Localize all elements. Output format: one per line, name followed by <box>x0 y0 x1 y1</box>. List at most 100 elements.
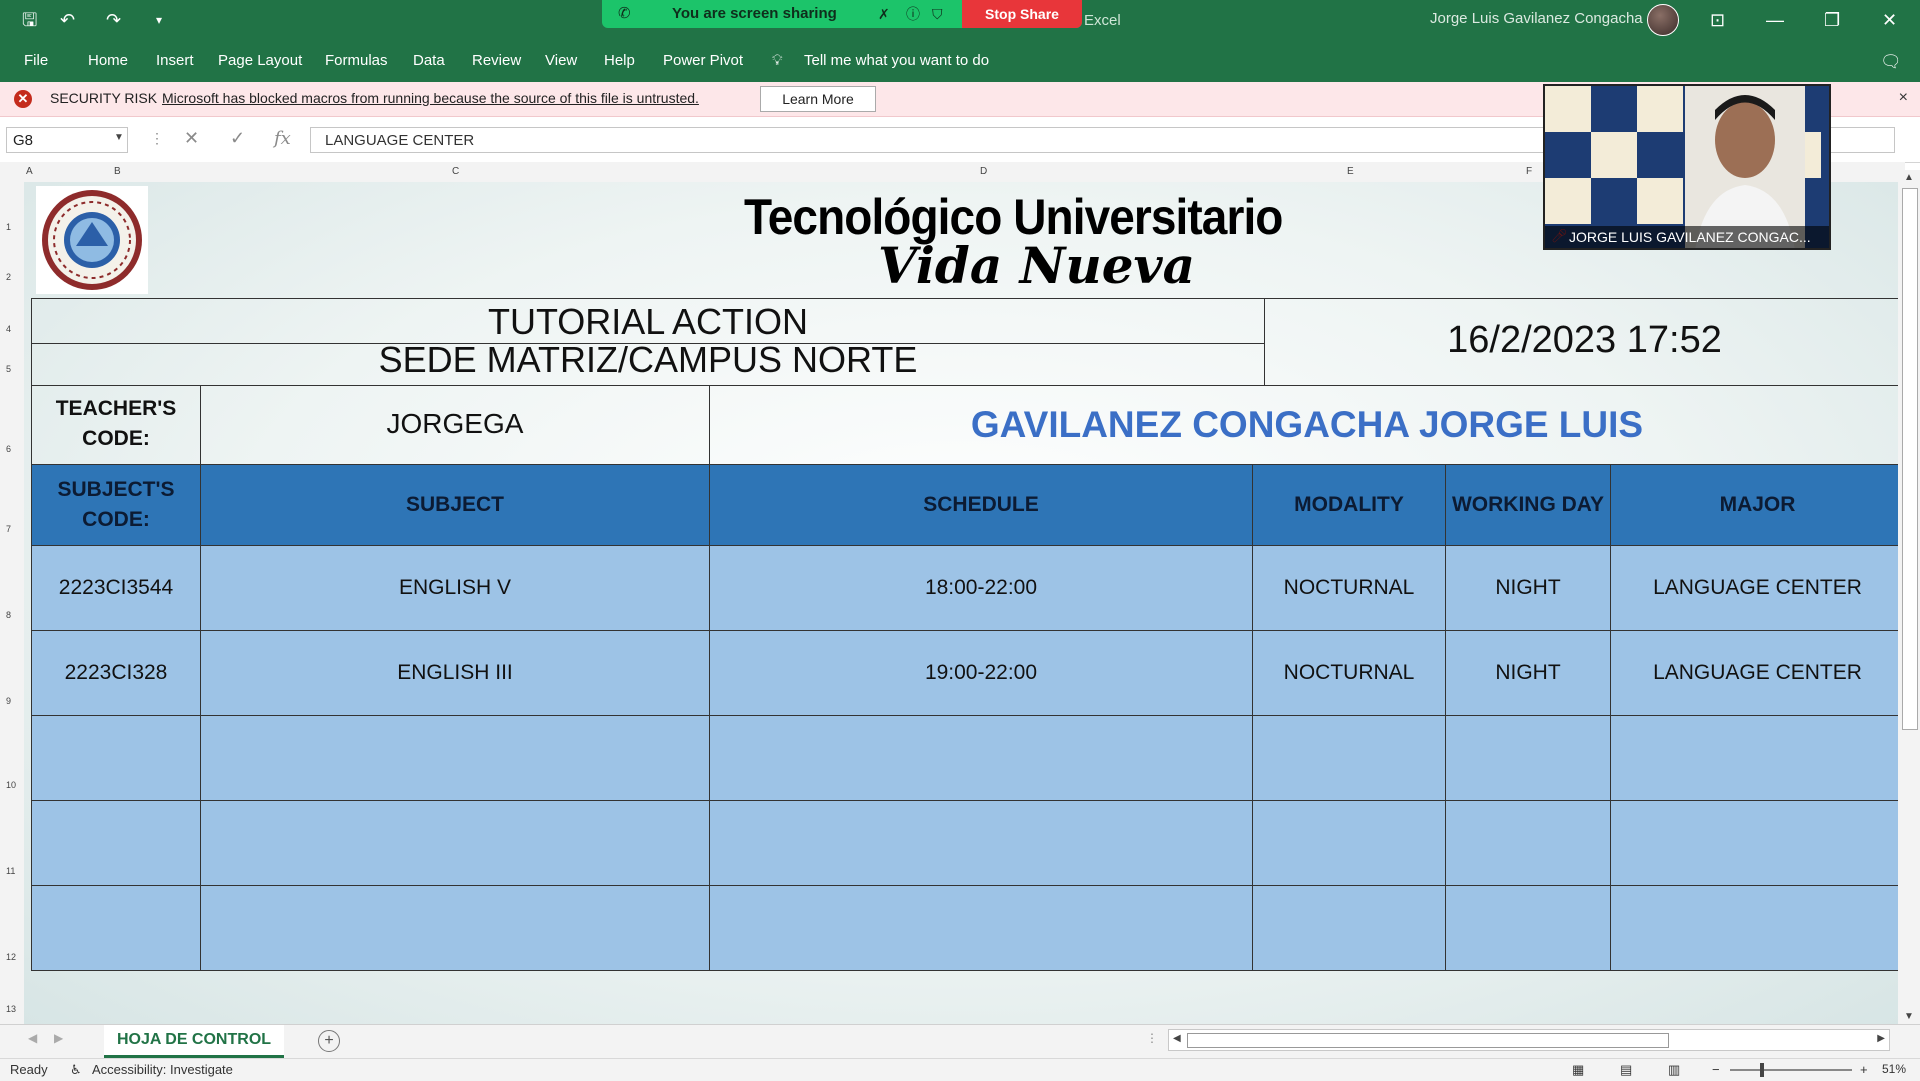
tab-file[interactable]: File <box>24 52 48 69</box>
cancel-icon[interactable]: ✕ <box>184 128 199 149</box>
cell-subject[interactable] <box>200 800 710 886</box>
cell-working-day[interactable] <box>1445 885 1611 971</box>
tab-help[interactable]: Help <box>604 52 635 69</box>
normal-view-icon[interactable]: ▦ <box>1572 1062 1584 1078</box>
header-subject-code[interactable]: SUBJECT'S CODE: <box>31 464 201 546</box>
close-icon[interactable]: × <box>1899 89 1908 107</box>
cell-subject-code[interactable] <box>31 800 201 886</box>
scroll-right-icon[interactable]: ▶ <box>1877 1033 1885 1044</box>
cell-modality[interactable]: NOCTURNAL <box>1252 545 1446 631</box>
row-header[interactable]: 1 <box>6 222 11 232</box>
info-icon[interactable]: ⓘ <box>906 2 920 26</box>
scroll-down-icon[interactable]: ▼ <box>1904 1011 1914 1022</box>
comments-icon[interactable]: 🗨 <box>1880 52 1902 72</box>
cell-schedule[interactable]: 19:00-22:00 <box>709 630 1253 716</box>
mic-muted-icon[interactable]: ✗ <box>878 2 890 26</box>
zoom-slider[interactable] <box>1730 1063 1852 1077</box>
header-modality[interactable]: MODALITY <box>1252 464 1446 546</box>
zoom-in-icon[interactable]: + <box>1860 1062 1868 1077</box>
save-icon[interactable]: 🖫 <box>22 8 37 32</box>
enter-icon[interactable]: ✓ <box>230 128 245 149</box>
cell-major[interactable]: LANGUAGE CENTER <box>1610 630 1905 716</box>
accessibility-status[interactable]: Accessibility: Investigate <box>92 1062 233 1077</box>
tab-view[interactable]: View <box>545 52 577 69</box>
page-break-view-icon[interactable]: ▥ <box>1668 1062 1680 1078</box>
tab-home[interactable]: Home <box>88 52 128 69</box>
row-header[interactable]: 10 <box>6 780 16 790</box>
accessibility-icon[interactable]: ♿︎ <box>70 1062 82 1078</box>
restore-icon[interactable]: ❐ <box>1824 8 1840 32</box>
row-header[interactable]: 12 <box>6 952 16 962</box>
cell-major[interactable] <box>1610 885 1905 971</box>
row-header[interactable]: 8 <box>6 610 11 620</box>
security-message-link[interactable]: Microsoft has blocked macros from runnin… <box>162 90 699 106</box>
close-icon[interactable]: ✕ <box>1882 8 1897 32</box>
cell-major[interactable] <box>1610 800 1905 886</box>
shield-icon[interactable]: ⛉ <box>932 2 943 26</box>
cell-subject-code[interactable] <box>31 715 201 801</box>
stop-share-button[interactable]: Stop Share <box>962 0 1082 28</box>
cell-schedule[interactable] <box>709 885 1253 971</box>
tab-insert[interactable]: Insert <box>156 52 194 69</box>
tab-formulas[interactable]: Formulas <box>325 52 388 69</box>
cell-subject[interactable] <box>200 885 710 971</box>
scroll-up-icon[interactable]: ▲ <box>1904 172 1914 183</box>
cell-major[interactable]: LANGUAGE CENTER <box>1610 545 1905 631</box>
tab-page-layout[interactable]: Page Layout <box>218 52 302 69</box>
row-header[interactable]: 7 <box>6 524 11 534</box>
undo-icon[interactable]: ↶ <box>60 8 75 32</box>
video-thumbnail[interactable]: 🎤︎ JORGE LUIS GAVILANEZ CONGAC... <box>1543 84 1831 250</box>
row-header[interactable]: 2 <box>6 272 11 282</box>
ribbon-display-icon[interactable]: ⊡ <box>1710 8 1725 32</box>
account-name[interactable]: Jorge Luis Gavilanez Congacha <box>1430 10 1643 27</box>
cell-modality[interactable]: NOCTURNAL <box>1252 630 1446 716</box>
name-box[interactable]: G8 <box>6 127 128 153</box>
cell-schedule[interactable] <box>709 715 1253 801</box>
row-header[interactable]: 4 <box>6 324 11 334</box>
tab-data[interactable]: Data <box>413 52 445 69</box>
column-header[interactable]: A <box>26 166 33 177</box>
cell-working-day[interactable] <box>1445 800 1611 886</box>
cell-modality[interactable] <box>1252 885 1446 971</box>
cell-major[interactable] <box>1610 715 1905 801</box>
header-working-day[interactable]: WORKING DAY <box>1445 464 1611 546</box>
cell-working-day[interactable]: NIGHT <box>1445 545 1611 631</box>
tab-power-pivot[interactable]: Power Pivot <box>663 52 743 69</box>
tell-me-search[interactable]: Tell me what you want to do <box>804 52 989 69</box>
prev-sheet-icon[interactable]: ◀ <box>28 1031 37 1045</box>
row-header[interactable]: 13 <box>6 1004 16 1014</box>
row-header[interactable]: 11 <box>6 866 15 876</box>
avatar[interactable] <box>1647 4 1679 36</box>
cell-subject[interactable] <box>200 715 710 801</box>
cell-subject[interactable]: ENGLISH V <box>200 545 710 631</box>
row-header[interactable]: 9 <box>6 696 11 706</box>
cell-modality[interactable] <box>1252 800 1446 886</box>
tab-review[interactable]: Review <box>472 52 521 69</box>
scroll-thumb[interactable] <box>1187 1033 1669 1048</box>
cell-subject[interactable]: ENGLISH III <box>200 630 710 716</box>
customize-toolbar-icon[interactable]: ▾ <box>156 8 162 32</box>
cell-modality[interactable] <box>1252 715 1446 801</box>
header-major[interactable]: MAJOR <box>1610 464 1905 546</box>
row-header[interactable]: 6 <box>6 444 11 454</box>
teacher-code-cell[interactable]: JORGEGA <box>200 385 710 465</box>
insert-function-icon[interactable]: fx <box>274 128 291 149</box>
add-sheet-icon[interactable]: + <box>318 1030 340 1052</box>
column-header[interactable]: F <box>1526 166 1532 177</box>
tutorial-header-box[interactable]: TUTORIAL ACTION SEDE MATRIZ/CAMPUS NORTE <box>31 298 1265 386</box>
sheet-tab-hoja-de-control[interactable]: HOJA DE CONTROL <box>104 1025 284 1058</box>
worksheet[interactable]: Tecnológico Universitario Vida Nueva TUT… <box>24 182 1905 1024</box>
chevron-down-icon[interactable]: ▼ <box>114 132 124 143</box>
header-schedule[interactable]: SCHEDULE <box>709 464 1253 546</box>
column-header[interactable]: E <box>1347 166 1354 177</box>
scroll-thumb[interactable] <box>1902 188 1918 730</box>
vertical-scrollbar[interactable]: ▲ ▼ <box>1898 170 1920 1024</box>
teacher-name-cell[interactable]: GAVILANEZ CONGACHA JORGE LUIS <box>709 385 1905 465</box>
row-header[interactable]: 5 <box>6 364 11 374</box>
datetime-cell[interactable]: 16/2/2023 17:52 <box>1264 298 1905 386</box>
cell-working-day[interactable] <box>1445 715 1611 801</box>
next-sheet-icon[interactable]: ▶ <box>54 1031 63 1045</box>
cell-working-day[interactable]: NIGHT <box>1445 630 1611 716</box>
page-layout-view-icon[interactable]: ▤ <box>1620 1062 1632 1078</box>
zoom-out-icon[interactable]: − <box>1712 1062 1720 1077</box>
